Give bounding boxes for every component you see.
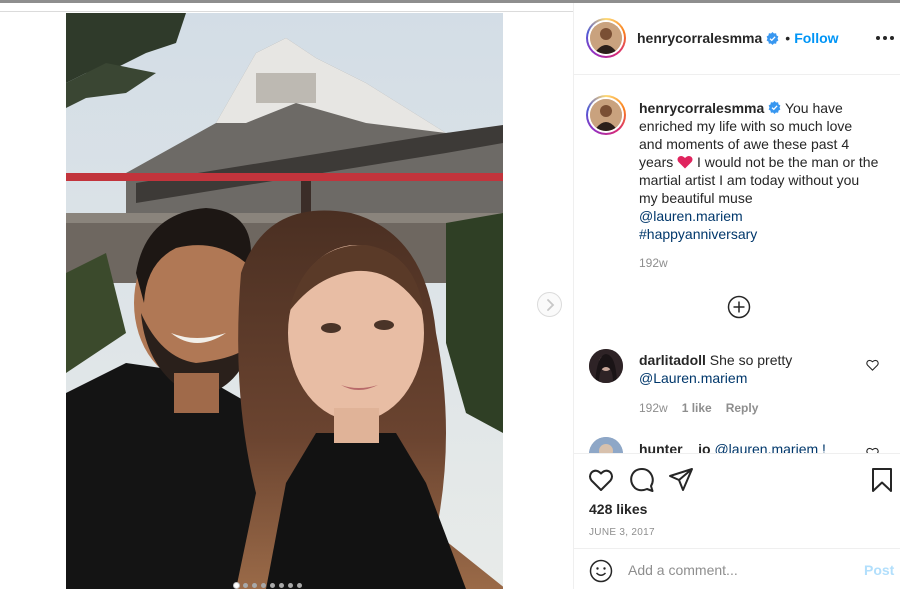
carousel-dot — [234, 583, 239, 588]
post-details-panel: henrycorralesmma • Follow henrycorralesm… — [573, 3, 900, 589]
carousel-dot — [288, 583, 293, 588]
post-caption: henrycorralesmma You have enriched my li… — [639, 99, 879, 243]
carousel-dot — [270, 583, 275, 588]
caption-username[interactable]: henrycorralesmma — [639, 100, 764, 116]
comments-list: darlitadoll She so pretty @Lauren.mariem… — [574, 333, 900, 453]
post-photo[interactable] — [66, 13, 503, 589]
chevron-right-icon — [546, 298, 554, 311]
red-heart-emoji-icon — [677, 155, 693, 169]
author-username[interactable]: henrycorralesmma — [637, 30, 762, 46]
bookmark-icon[interactable] — [869, 467, 895, 493]
more-options-icon[interactable] — [876, 36, 894, 40]
carousel-dot — [261, 583, 266, 588]
comment-username[interactable]: darlitadoll — [639, 352, 706, 368]
comment-meta: 192w 1 like Reply — [639, 401, 758, 415]
verified-badge-icon — [766, 31, 779, 45]
post-comment-button[interactable]: Post — [864, 562, 894, 578]
comment-item: darlitadoll She so pretty @Lauren.mariem — [639, 351, 859, 387]
media-divider — [0, 11, 573, 12]
comment-text[interactable]: @lauren.mariem ! — [714, 441, 825, 453]
carousel-dot — [252, 583, 257, 588]
comment-item: hunter__jo @lauren.mariem ! — [639, 440, 859, 453]
reply-button[interactable]: Reply — [726, 401, 759, 415]
comment-avatar[interactable] — [589, 349, 623, 383]
comment-likes-count[interactable]: 1 like — [682, 401, 712, 415]
caption-text-part2: I would not be the man or the martial ar… — [639, 154, 879, 206]
follow-button[interactable]: Follow — [794, 30, 838, 46]
caption-timestamp: 192w — [639, 256, 668, 270]
emoji-icon[interactable] — [589, 559, 613, 583]
add-comment-bar: Post — [574, 548, 900, 589]
comment-avatar[interactable] — [589, 437, 623, 453]
post-date: JUNE 3, 2017 — [589, 527, 655, 538]
carousel-dot — [279, 583, 284, 588]
avatar-image — [589, 437, 623, 453]
avatar-image — [590, 99, 622, 131]
separator-bullet: • — [785, 30, 791, 46]
post-actions: 428 likes JUNE 3, 2017 Post — [574, 453, 900, 589]
carousel-dot — [297, 583, 302, 588]
verified-badge-icon — [768, 101, 781, 114]
caption-hashtag-link[interactable]: #happyanniversary — [639, 225, 879, 243]
load-more-comments-button[interactable] — [727, 295, 751, 319]
avatar-image — [590, 22, 622, 54]
comment-text: She so pretty — [709, 352, 793, 368]
header-user-line: henrycorralesmma • Follow — [637, 30, 839, 46]
carousel-indicator — [234, 583, 302, 588]
comment-timestamp: 192w — [639, 401, 668, 415]
comment-mention-link[interactable]: @Lauren.mariem — [639, 370, 747, 386]
heart-icon[interactable] — [866, 359, 879, 371]
heart-icon[interactable] — [588, 467, 614, 493]
selfie-illustration — [66, 13, 503, 589]
carousel-dot — [243, 583, 248, 588]
comment-input[interactable] — [628, 559, 848, 581]
caption-author-avatar[interactable] — [586, 95, 626, 135]
media-area — [0, 3, 573, 589]
author-avatar[interactable] — [586, 18, 626, 58]
comment-username[interactable]: hunter__jo — [639, 441, 711, 453]
post-header: henrycorralesmma • Follow — [574, 3, 900, 75]
likes-count[interactable]: 428 likes — [589, 501, 647, 517]
comment-icon[interactable] — [629, 467, 655, 493]
avatar-image — [589, 349, 623, 383]
next-slide-button[interactable] — [537, 292, 562, 317]
caption-mention-link[interactable]: @lauren.mariem — [639, 207, 879, 225]
share-icon[interactable] — [668, 467, 694, 493]
